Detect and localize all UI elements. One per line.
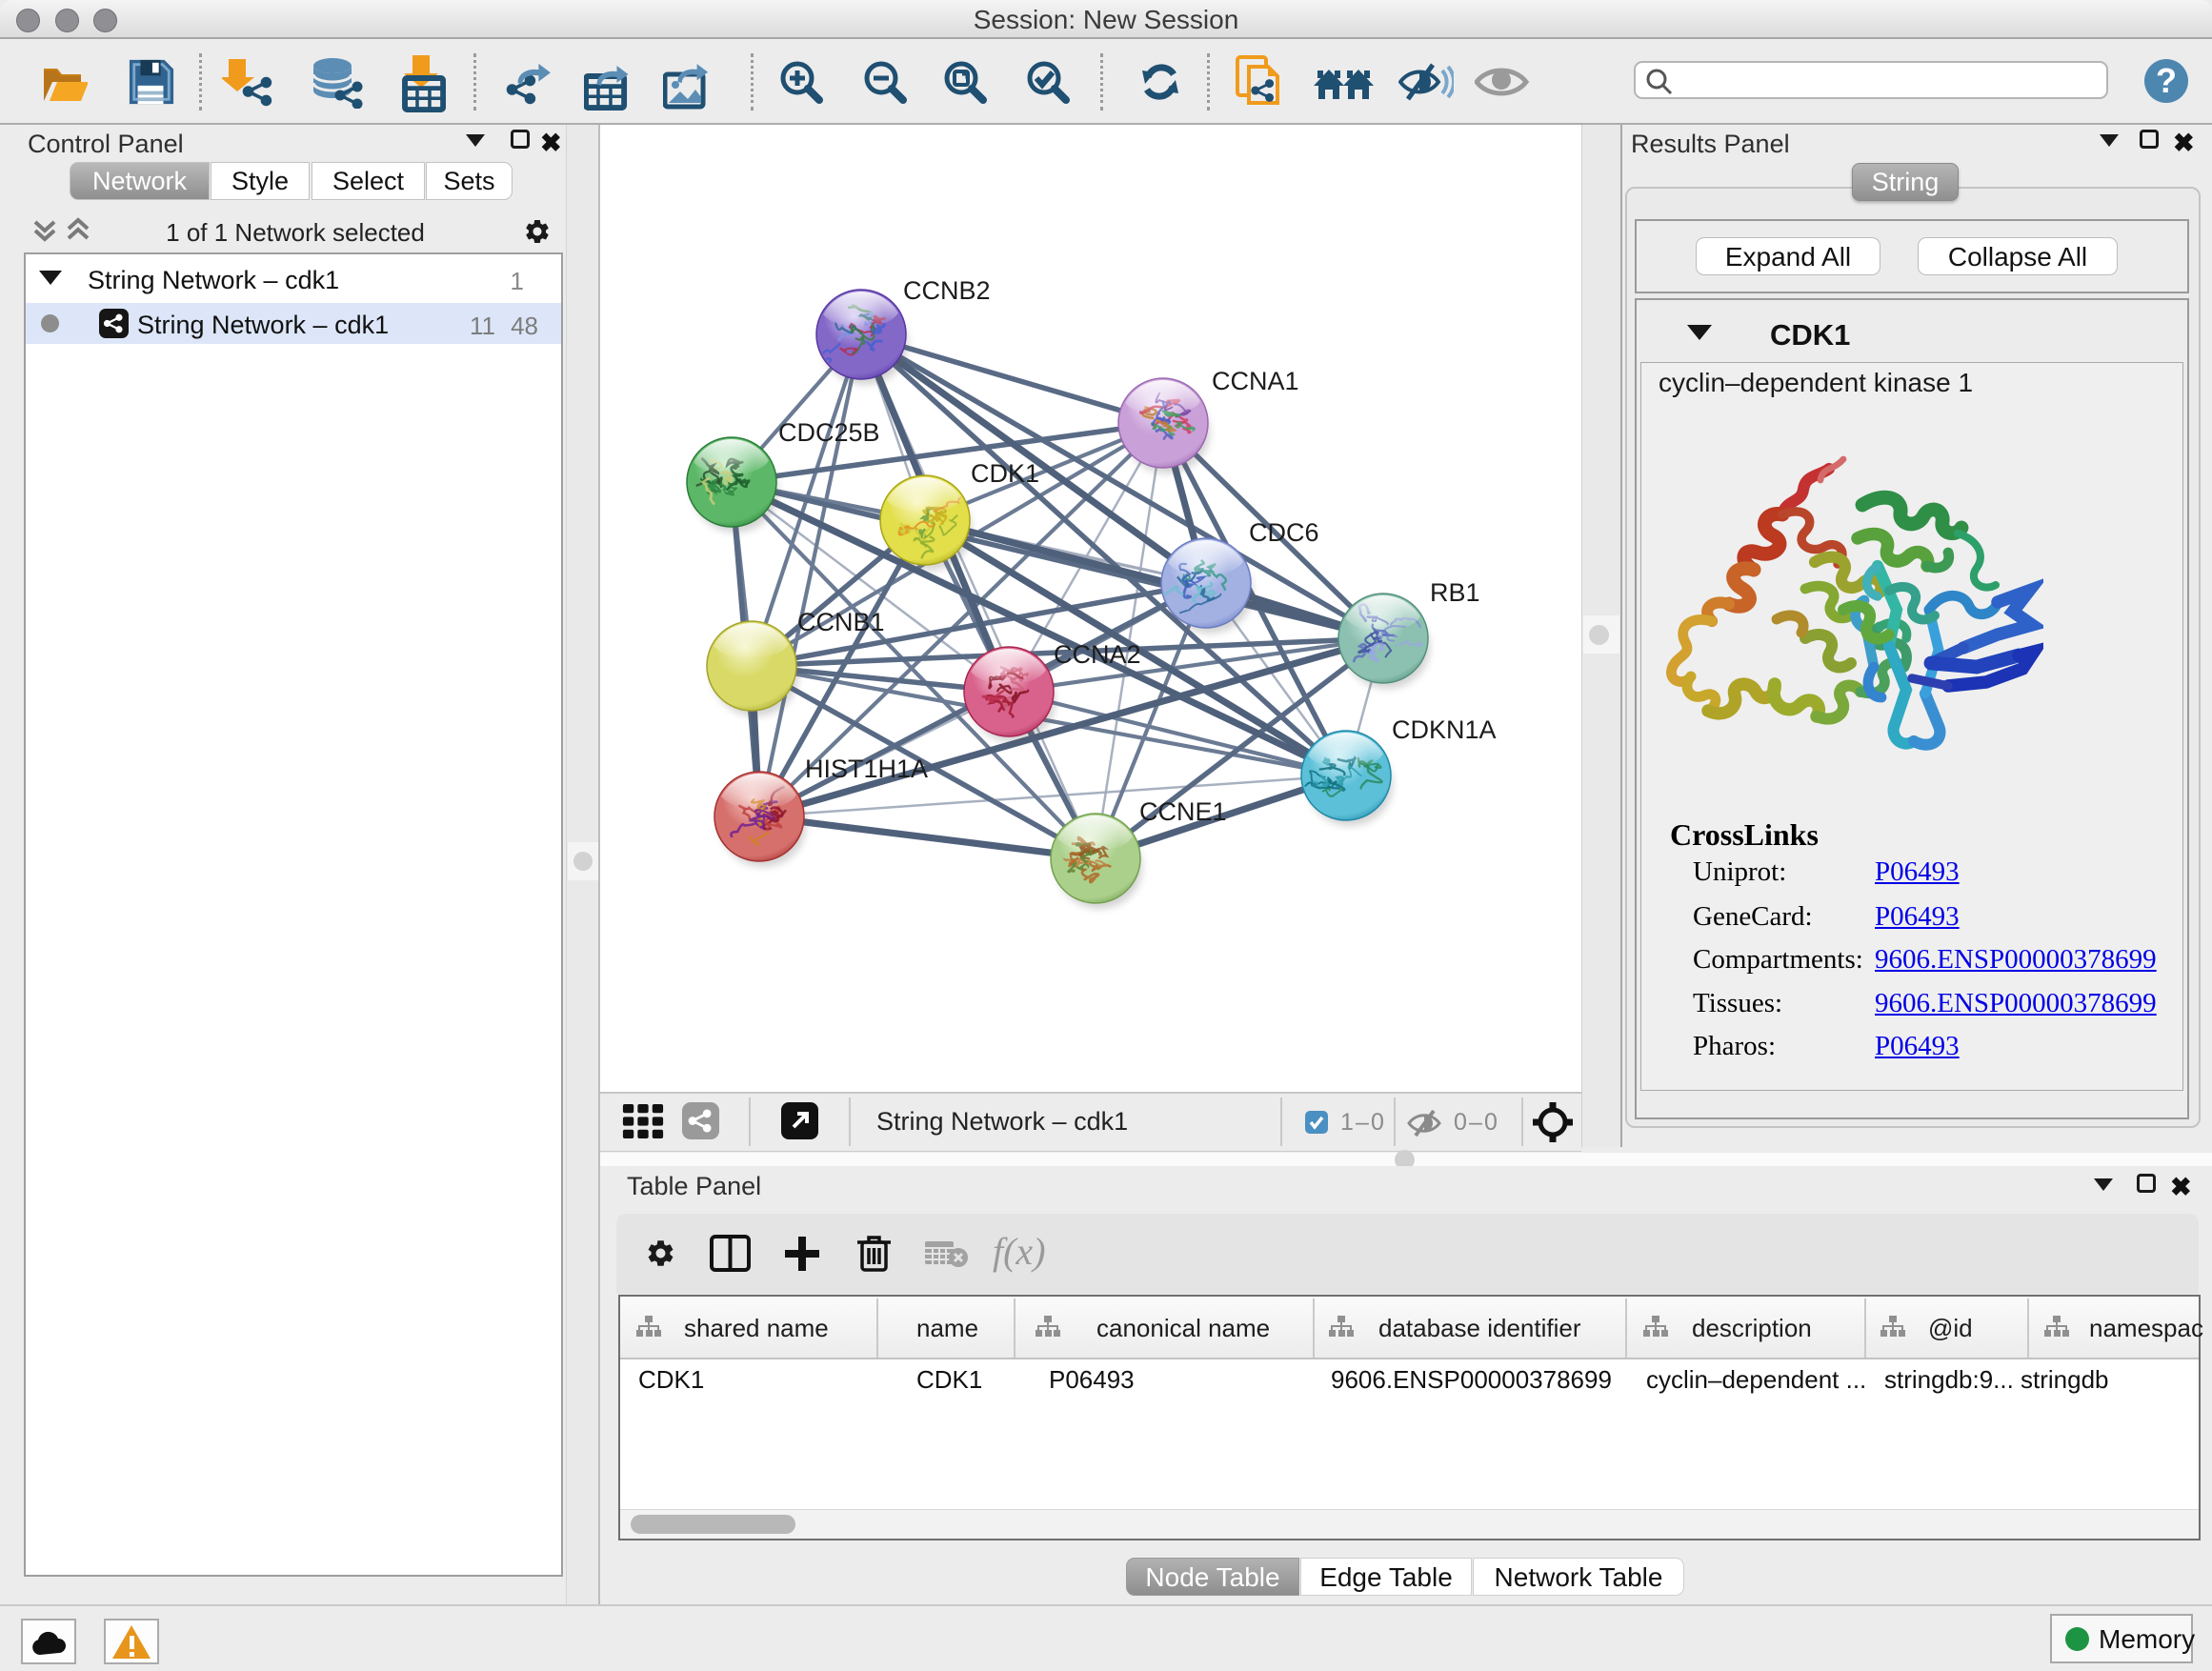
svg-text:CCNB1: CCNB1 [797, 608, 885, 636]
svg-text:CDC25B: CDC25B [778, 418, 880, 447]
svg-text:CDKN1A: CDKN1A [1392, 715, 1497, 744]
svg-text:CCNB2: CCNB2 [903, 276, 991, 305]
svg-text:CCNA2: CCNA2 [1054, 640, 1141, 669]
svg-text:HIST1H1A: HIST1H1A [805, 755, 928, 783]
svg-text:CDC6: CDC6 [1249, 518, 1319, 547]
svg-text:CDK1: CDK1 [971, 459, 1039, 488]
svg-text:CCNE1: CCNE1 [1139, 797, 1227, 826]
svg-text:CCNA1: CCNA1 [1212, 367, 1299, 395]
svg-text:RB1: RB1 [1430, 578, 1480, 607]
